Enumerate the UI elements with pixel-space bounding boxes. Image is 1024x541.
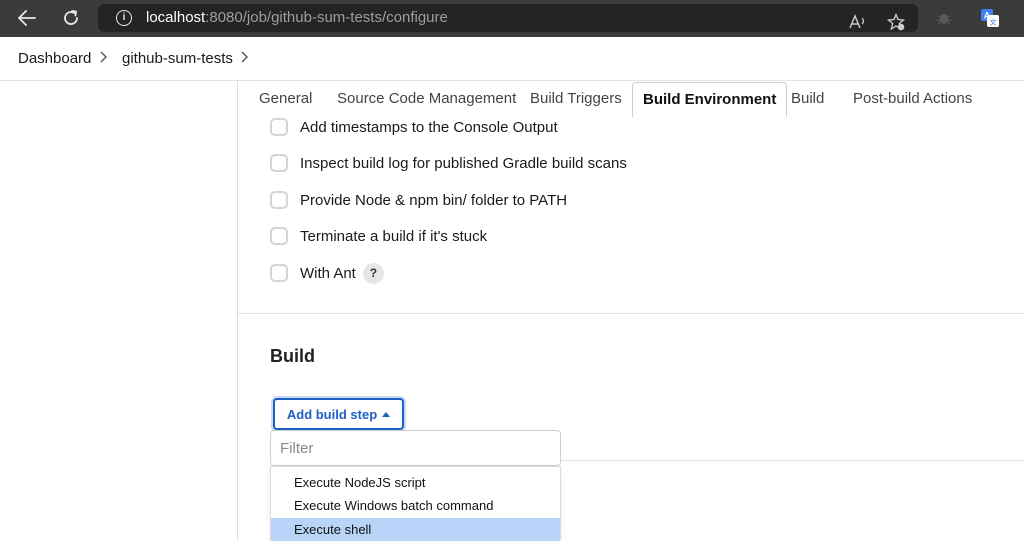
option-label: Add timestamps to the Console Output: [300, 118, 558, 136]
sidebar-divider: [237, 80, 238, 540]
option-node-npm-path: Provide Node & npm bin/ folder to PATH: [270, 187, 567, 213]
option-label: With Ant: [300, 264, 356, 282]
option-terminate-stuck-build: Terminate a build if it's stuck: [270, 223, 487, 249]
filter-input[interactable]: [270, 430, 561, 466]
menu-item-execute-shell[interactable]: Execute shell: [271, 518, 560, 541]
add-favorite-icon[interactable]: [884, 10, 908, 34]
menu-item-execute-windows-batch[interactable]: Execute Windows batch command: [271, 494, 560, 517]
site-info-icon[interactable]: i: [116, 10, 132, 26]
url-text[interactable]: localhost:8080/job/github-sum-tests/conf…: [146, 9, 448, 26]
tab-general[interactable]: General: [259, 90, 312, 107]
tab-build-triggers[interactable]: Build Triggers: [530, 90, 622, 107]
add-build-step-label: Add build step: [286, 406, 378, 422]
tab-build-environment[interactable]: Build Environment: [632, 82, 788, 117]
breadcrumb: Dashboard github-sum-tests: [0, 37, 1024, 81]
back-arrow-icon: [18, 10, 36, 26]
divider-line: [561, 460, 1024, 461]
build-section-title: Build: [270, 346, 315, 366]
browser-toolbar: i localhost:8080/job/github-sum-tests/co…: [0, 0, 1024, 37]
reload-button[interactable]: [58, 6, 84, 30]
address-bar[interactable]: i localhost:8080/job/github-sum-tests/co…: [98, 4, 918, 32]
menu-item-execute-nodejs-script[interactable]: Execute NodeJS script: [271, 471, 560, 494]
breadcrumb-dashboard[interactable]: Dashboard: [18, 50, 91, 67]
node-npm-checkbox[interactable]: [270, 191, 288, 209]
chevron-right-icon: [99, 50, 107, 67]
translate-extension-icon[interactable]: A文: [978, 6, 1002, 30]
breadcrumb-job[interactable]: github-sum-tests: [122, 50, 233, 67]
with-ant-checkbox[interactable]: [270, 264, 288, 282]
section-divider: [238, 313, 1024, 314]
chevron-right-icon[interactable]: [240, 50, 248, 67]
tab-build[interactable]: Build: [791, 90, 824, 107]
option-label: Provide Node & npm bin/ folder to PATH: [300, 191, 568, 209]
extension-bug-icon[interactable]: [932, 6, 956, 30]
option-with-ant: With Ant ?: [270, 260, 384, 286]
add-build-step-button[interactable]: Add build step: [273, 398, 404, 430]
gradle-scans-checkbox[interactable]: [270, 154, 288, 172]
read-aloud-icon[interactable]: [846, 10, 870, 34]
option-timestamps: Add timestamps to the Console Output: [270, 114, 558, 140]
tab-post-build-actions[interactable]: Post-build Actions: [853, 90, 972, 107]
option-gradle-build-scans: Inspect build log for published Gradle b…: [270, 150, 627, 176]
tab-source-code-management[interactable]: Source Code Management: [337, 90, 516, 107]
build-step-menu: Execute NodeJS script Execute Windows ba…: [270, 466, 561, 541]
option-label: Terminate a build if it's stuck: [300, 227, 488, 245]
help-icon[interactable]: ?: [362, 262, 384, 284]
option-label: Inspect build log for published Gradle b…: [300, 154, 627, 172]
caret-up-icon: [382, 411, 391, 417]
terminate-build-checkbox[interactable]: [270, 227, 288, 245]
reload-icon: [64, 10, 78, 25]
timestamps-checkbox[interactable]: [270, 118, 288, 136]
svg-text:文: 文: [990, 18, 997, 27]
back-button[interactable]: [14, 6, 40, 30]
